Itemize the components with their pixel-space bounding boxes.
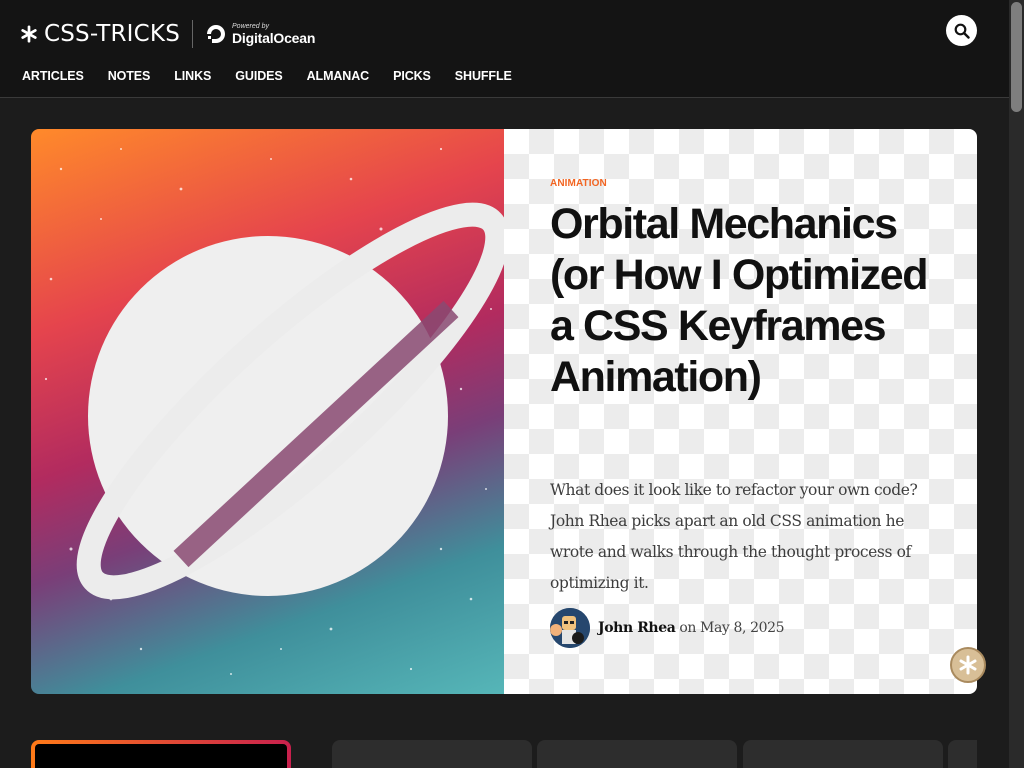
author-name[interactable]: John Rhea — [598, 620, 676, 636]
site-name: CSS-TRICKS — [44, 21, 181, 47]
cookie-settings-button[interactable] — [950, 647, 986, 683]
cookie-icon — [959, 655, 977, 675]
nav-notes[interactable]: NOTES — [108, 69, 151, 83]
article-card[interactable] — [537, 740, 737, 768]
nav-picks[interactable]: PICKS — [393, 69, 431, 83]
category-tag[interactable]: ANIMATION — [550, 178, 607, 189]
scrollbar-thumb[interactable] — [1011, 2, 1022, 112]
featured-article-image[interactable] — [31, 129, 504, 694]
featured-article-body: ANIMATION Orbital Mechanics (or How I Op… — [504, 129, 977, 694]
article-excerpt: What does it look like to refactor your … — [550, 481, 918, 592]
digitalocean-icon — [207, 25, 226, 43]
article-title[interactable]: Orbital Mechanics (or How I Optimized a … — [550, 199, 940, 403]
sponsor-logo[interactable]: Powered by DigitalOcean — [204, 22, 315, 46]
asterisk-icon — [21, 25, 37, 43]
search-button[interactable] — [946, 15, 977, 46]
nav-guides[interactable]: GUIDES — [235, 69, 282, 83]
byline-on: on — [679, 620, 697, 636]
article-card[interactable] — [332, 740, 532, 768]
site-header: CSS-TRICKS Powered by DigitalOcean ARTIC… — [0, 0, 1009, 98]
author-avatar[interactable] — [550, 608, 590, 648]
search-icon — [954, 23, 970, 39]
featured-article-card[interactable]: ANIMATION Orbital Mechanics (or How I Op… — [31, 129, 977, 694]
publish-date: May 8, 2025 — [700, 620, 785, 636]
article-card[interactable] — [948, 740, 977, 768]
main-nav: ARTICLES NOTES LINKS GUIDES ALMANAC PICK… — [22, 69, 536, 83]
nav-almanac[interactable]: ALMANAC — [307, 69, 370, 83]
nav-shuffle[interactable]: SHUFFLE — [455, 69, 512, 83]
nav-articles[interactable]: ARTICLES — [22, 69, 84, 83]
planet-illustration — [44, 147, 504, 675]
avatar-illustration — [550, 608, 590, 648]
site-logo[interactable]: CSS-TRICKS Powered by DigitalOcean — [20, 20, 315, 48]
page-scrollbar[interactable] — [1009, 0, 1024, 768]
article-byline: John Rhea on May 8, 2025 — [550, 608, 785, 648]
logo-divider — [192, 20, 194, 48]
article-card[interactable] — [743, 740, 943, 768]
article-card[interactable] — [31, 740, 291, 768]
nav-links[interactable]: LINKS — [174, 69, 211, 83]
sponsor-name: DigitalOcean — [232, 29, 316, 46]
